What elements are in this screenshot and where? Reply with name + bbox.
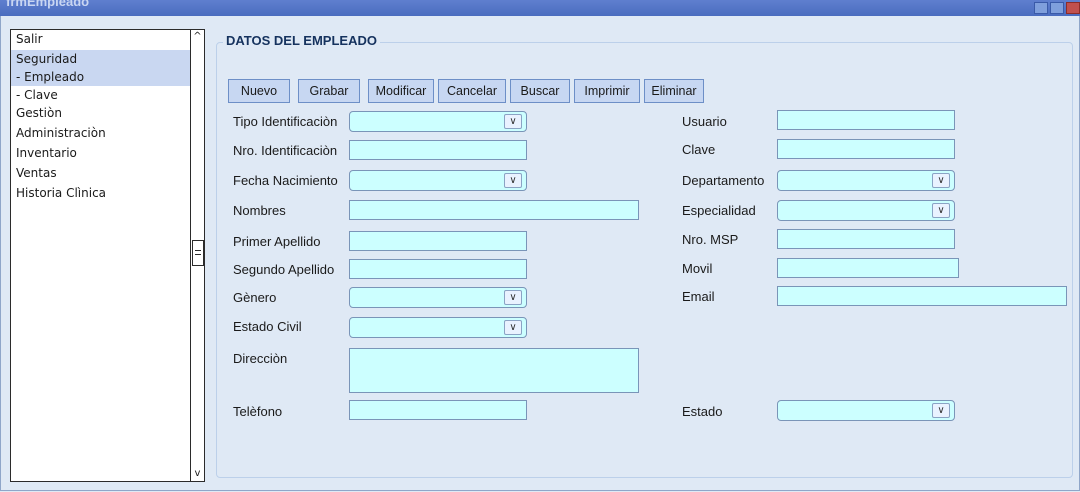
window-titlebar: frmEmpleado bbox=[0, 0, 1080, 16]
sidebar-item-gestion[interactable]: Gestiòn bbox=[11, 104, 194, 122]
sidebar-item-ventas[interactable]: Ventas bbox=[11, 164, 194, 182]
clave-label: Clave bbox=[682, 142, 716, 157]
cancelar-button[interactable]: Cancelar bbox=[438, 79, 506, 103]
chevron-down-icon[interactable]: ∨ bbox=[932, 173, 950, 188]
form-title: DATOS DEL EMPLEADO bbox=[223, 33, 380, 48]
nro-identificacion-label: Nro. Identificaciòn bbox=[233, 143, 338, 158]
telefono-field[interactable] bbox=[349, 400, 527, 420]
estado-select[interactable]: ∨ bbox=[777, 400, 955, 421]
chevron-down-icon[interactable]: ∨ bbox=[504, 290, 522, 305]
usuario-label: Usuario bbox=[682, 114, 727, 129]
segundo-apellido-field[interactable] bbox=[349, 259, 527, 279]
departamento-select[interactable]: ∨ bbox=[777, 170, 955, 191]
genero-label: Gènero bbox=[233, 290, 277, 305]
email-label: Email bbox=[682, 289, 715, 304]
nuevo-button[interactable]: Nuevo bbox=[228, 79, 290, 103]
scroll-down-icon[interactable]: v bbox=[191, 467, 204, 481]
tipo-identificacion-select[interactable]: ∨ bbox=[349, 111, 527, 132]
chevron-down-icon[interactable]: ∨ bbox=[504, 173, 522, 188]
sidebar-scrollbar[interactable]: ^ v bbox=[190, 30, 204, 481]
fecha-nacimiento-label: Fecha Nacimiento bbox=[233, 173, 338, 188]
clave-field[interactable] bbox=[777, 139, 955, 159]
fecha-nacimiento-select[interactable]: ∨ bbox=[349, 170, 527, 191]
movil-field[interactable] bbox=[777, 258, 959, 278]
genero-select[interactable]: ∨ bbox=[349, 287, 527, 308]
primer-apellido-label: Primer Apellido bbox=[233, 234, 321, 249]
movil-label: Movil bbox=[682, 261, 713, 276]
especialidad-select[interactable]: ∨ bbox=[777, 200, 955, 221]
estado-civil-label: Estado Civil bbox=[233, 319, 302, 334]
eliminar-button[interactable]: Eliminar bbox=[644, 79, 704, 103]
grabar-button[interactable]: Grabar bbox=[298, 79, 360, 103]
imprimir-button[interactable]: Imprimir bbox=[574, 79, 640, 103]
sidebar-item-historia-clinica[interactable]: Historia Clìnica bbox=[11, 184, 194, 202]
chevron-down-icon[interactable]: ∨ bbox=[504, 320, 522, 335]
primer-apellido-field[interactable] bbox=[349, 231, 527, 251]
email-field[interactable] bbox=[777, 286, 1067, 306]
modificar-button[interactable]: Modificar bbox=[368, 79, 434, 103]
nombres-field[interactable] bbox=[349, 200, 639, 220]
sidebar-item-inventario[interactable]: Inventario bbox=[11, 144, 194, 162]
sidebar-item-empleado[interactable]: - Empleado bbox=[11, 68, 194, 86]
close-button[interactable] bbox=[1066, 2, 1080, 14]
chevron-down-icon[interactable]: ∨ bbox=[932, 403, 950, 418]
nombres-label: Nombres bbox=[233, 203, 286, 218]
estado-label: Estado bbox=[682, 404, 723, 419]
scroll-up-icon[interactable]: ^ bbox=[191, 30, 204, 44]
segundo-apellido-label: Segundo Apellido bbox=[233, 262, 335, 277]
chevron-down-icon[interactable]: ∨ bbox=[504, 114, 522, 129]
window-controls bbox=[1034, 2, 1080, 14]
nro-msp-field[interactable] bbox=[777, 229, 955, 249]
sidebar-menu[interactable]: Salir Seguridad - Empleado - Clave Gesti… bbox=[10, 29, 205, 482]
minimize-button[interactable] bbox=[1034, 2, 1048, 14]
estado-civil-select[interactable]: ∨ bbox=[349, 317, 527, 338]
sidebar-item-seguridad[interactable]: Seguridad bbox=[11, 50, 194, 68]
especialidad-label: Especialidad bbox=[682, 203, 756, 218]
window-title: frmEmpleado bbox=[6, 0, 90, 9]
maximize-button[interactable] bbox=[1050, 2, 1064, 14]
direccion-textarea[interactable] bbox=[349, 348, 639, 393]
window-body: Salir Seguridad - Empleado - Clave Gesti… bbox=[0, 16, 1080, 491]
scroll-thumb[interactable] bbox=[192, 240, 204, 266]
sidebar-item-clave[interactable]: - Clave bbox=[11, 86, 194, 104]
usuario-field[interactable] bbox=[777, 110, 955, 130]
buscar-button[interactable]: Buscar bbox=[510, 79, 570, 103]
sidebar-item-salir[interactable]: Salir bbox=[11, 30, 194, 48]
sidebar-item-administracion[interactable]: Administraciòn bbox=[11, 124, 194, 142]
direccion-label: Direcciòn bbox=[233, 351, 288, 366]
nro-identificacion-field[interactable] bbox=[349, 140, 527, 160]
chevron-down-icon[interactable]: ∨ bbox=[932, 203, 950, 218]
tipo-identificacion-label: Tipo Identificaciòn bbox=[233, 114, 338, 129]
departamento-label: Departamento bbox=[682, 173, 765, 188]
telefono-label: Telèfono bbox=[233, 404, 283, 419]
nro-msp-label: Nro. MSP bbox=[682, 232, 739, 247]
